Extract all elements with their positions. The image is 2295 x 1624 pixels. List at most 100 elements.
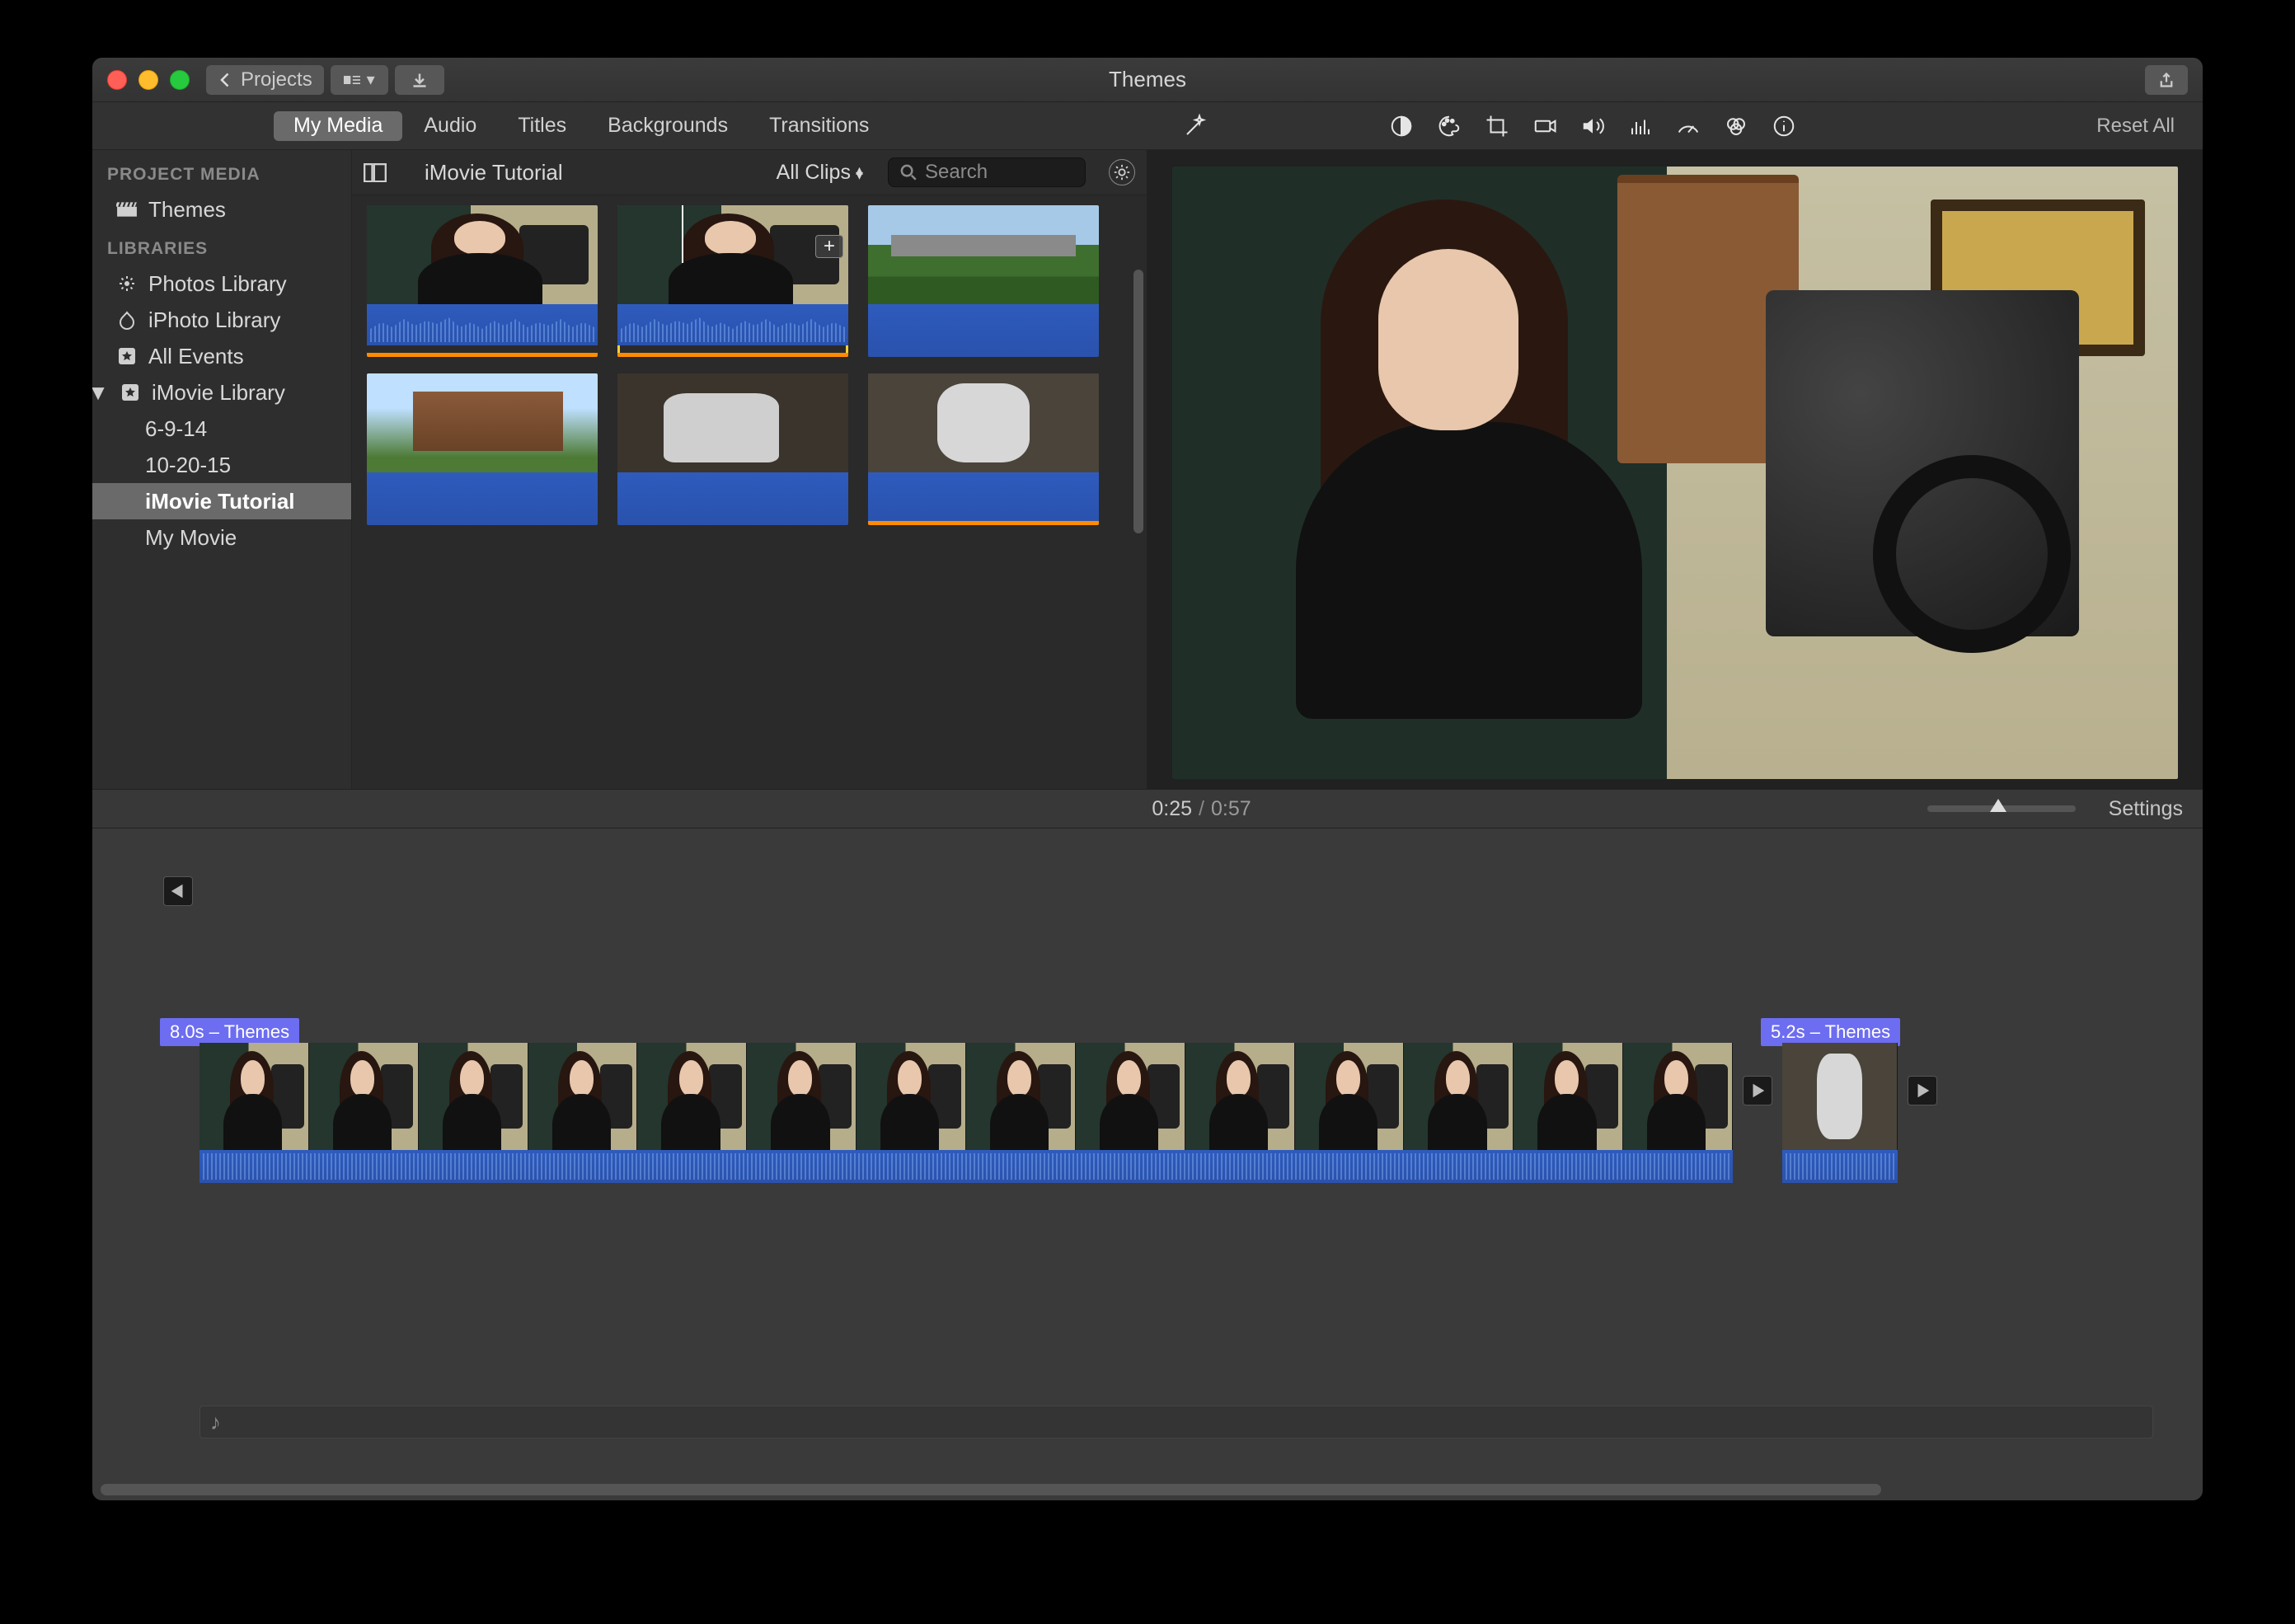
equalizer-icon <box>1628 114 1653 138</box>
disclosure-triangle-icon[interactable]: ▼ <box>92 380 106 406</box>
stabilization-button[interactable] <box>1530 111 1560 141</box>
timeline-clip-2[interactable]: 5.2s – Themes <box>1782 1043 1898 1183</box>
speed-button[interactable] <box>1673 111 1703 141</box>
media-clip[interactable] <box>367 205 598 357</box>
sidebar-event-1[interactable]: 10-20-15 <box>92 447 351 483</box>
info-button[interactable] <box>1769 111 1799 141</box>
sidebar-heading-libraries: LIBRARIES <box>92 232 351 265</box>
media-clip-selected[interactable]: + <box>617 205 848 357</box>
top-tabbar: My Media Audio Titles Backgrounds Transi… <box>92 102 2203 150</box>
transition-out[interactable] <box>1908 1076 1937 1105</box>
half-circle-icon <box>1389 114 1414 138</box>
tab-audio[interactable]: Audio <box>404 111 496 141</box>
clip-filter-button[interactable] <box>1721 111 1751 141</box>
background-audio-track[interactable]: ♪ <box>199 1406 2153 1439</box>
photos-icon <box>115 275 138 293</box>
search-input[interactable]: Search <box>888 157 1086 187</box>
preview-adjust-toolbar: Reset All <box>1148 102 2203 149</box>
sidebar-event-2[interactable]: iMovie Tutorial <box>92 483 351 519</box>
media-tabs: My Media Audio Titles Backgrounds Transi… <box>92 102 1148 149</box>
media-clip-grid: + <box>352 195 1147 789</box>
back-to-projects-button[interactable]: Projects <box>206 65 324 95</box>
maximize-window-button[interactable] <box>170 70 190 90</box>
clip-playhead[interactable] <box>682 205 683 263</box>
timeline[interactable]: 8.0s – Themes <box>92 828 2203 1500</box>
primary-video-track: 8.0s – Themes <box>199 1043 2153 1183</box>
transition-out[interactable] <box>1743 1076 1772 1105</box>
auto-enhance-button[interactable] <box>1180 111 1210 141</box>
transition-start[interactable] <box>163 876 193 906</box>
sidebar-item-label: 10-20-15 <box>145 453 231 478</box>
download-arrow-icon <box>411 72 428 88</box>
upper-split: PROJECT MEDIA Themes LIBRARIES Photos Li… <box>92 150 2203 789</box>
sidebar-item-label: iPhoto Library <box>148 307 280 333</box>
share-icon <box>2158 72 2175 88</box>
tab-backgrounds[interactable]: Backgrounds <box>588 111 748 141</box>
sidebar-item-iphoto-library[interactable]: iPhoto Library <box>92 302 351 338</box>
timeline-zoom-slider[interactable] <box>1927 805 2076 812</box>
three-circles-icon <box>1724 114 1748 138</box>
tab-my-media[interactable]: My Media <box>274 111 402 141</box>
speaker-icon <box>1580 114 1605 138</box>
search-icon <box>900 164 917 181</box>
magic-wand-icon <box>1183 114 1208 138</box>
star-icon <box>115 347 138 365</box>
clapper-icon <box>115 200 138 218</box>
clip-filter-dropdown[interactable]: All Clips ▴▾ <box>777 161 863 185</box>
window-controls <box>107 70 190 90</box>
import-button[interactable] <box>395 65 444 95</box>
titlebar-left-group: Projects ▾ <box>206 65 444 95</box>
timeline-clip-1[interactable]: 8.0s – Themes <box>199 1043 1733 1183</box>
media-browser-settings-button[interactable] <box>1109 159 1135 185</box>
tab-titles[interactable]: Titles <box>498 111 586 141</box>
sidebar-item-label: Themes <box>148 197 226 223</box>
sidebar-item-label: All Events <box>148 344 244 369</box>
sidebar-item-label: My Movie <box>145 525 237 551</box>
media-clip[interactable] <box>868 373 1099 525</box>
sidebar-event-3[interactable]: My Movie <box>92 519 351 556</box>
sidebar-item-imovie-library[interactable]: ▼ iMovie Library <box>92 374 351 411</box>
reset-all-button[interactable]: Reset All <box>2096 115 2186 138</box>
media-scrollbar[interactable] <box>1133 270 1143 533</box>
crop-button[interactable] <box>1482 111 1512 141</box>
color-correction-button[interactable] <box>1434 111 1464 141</box>
media-clip[interactable] <box>617 373 848 525</box>
preview-viewer[interactable] <box>1172 167 2178 779</box>
clip-title-label: 5.2s – Themes <box>1761 1018 1900 1046</box>
volume-button[interactable] <box>1578 111 1607 141</box>
media-browser-title: iMovie Tutorial <box>425 160 563 185</box>
minimize-window-button[interactable] <box>138 70 158 90</box>
tab-transitions[interactable]: Transitions <box>749 111 889 141</box>
media-browser-header: iMovie Tutorial All Clips ▴▾ Search <box>352 150 1147 195</box>
media-clip[interactable] <box>367 373 598 525</box>
sidebar-item-all-events[interactable]: All Events <box>92 338 351 374</box>
search-placeholder: Search <box>925 161 988 184</box>
sidebar-item-photos-library[interactable]: Photos Library <box>92 265 351 302</box>
sidebar: PROJECT MEDIA Themes LIBRARIES Photos Li… <box>92 150 352 789</box>
color-balance-button[interactable] <box>1387 111 1416 141</box>
info-icon <box>1772 114 1796 138</box>
sidebar-event-0[interactable]: 6-9-14 <box>92 411 351 447</box>
updown-chevron-icon: ▴▾ <box>856 166 863 179</box>
timeline-info-bar: 0:25 / 0:57 Settings <box>92 789 2203 828</box>
share-button[interactable] <box>2145 65 2188 95</box>
close-window-button[interactable] <box>107 70 127 90</box>
clip-title-label: 8.0s – Themes <box>160 1018 299 1046</box>
projects-label: Projects <box>241 68 312 92</box>
layout-toggle-button[interactable] <box>364 162 387 182</box>
add-clip-button[interactable]: + <box>815 235 843 258</box>
sidebar-item-label: Photos Library <box>148 271 287 297</box>
music-note-icon: ♪ <box>210 1410 221 1435</box>
camera-icon <box>1532 114 1557 138</box>
sidebar-item-label: 6-9-14 <box>145 416 207 442</box>
imovie-window: Projects ▾ Themes My Me <box>92 58 2203 1500</box>
chevron-left-icon <box>218 72 234 88</box>
sidebar-item-themes[interactable]: Themes <box>92 191 351 228</box>
timeline-horizontal-scrollbar[interactable] <box>101 1484 1881 1495</box>
media-clip[interactable] <box>868 205 1099 357</box>
library-view-button[interactable]: ▾ <box>331 65 388 95</box>
noise-eq-button[interactable] <box>1626 111 1655 141</box>
star-icon <box>119 383 142 401</box>
sidebar-heading-project-media: PROJECT MEDIA <box>92 158 351 191</box>
timeline-settings-button[interactable]: Settings <box>2109 797 2183 821</box>
